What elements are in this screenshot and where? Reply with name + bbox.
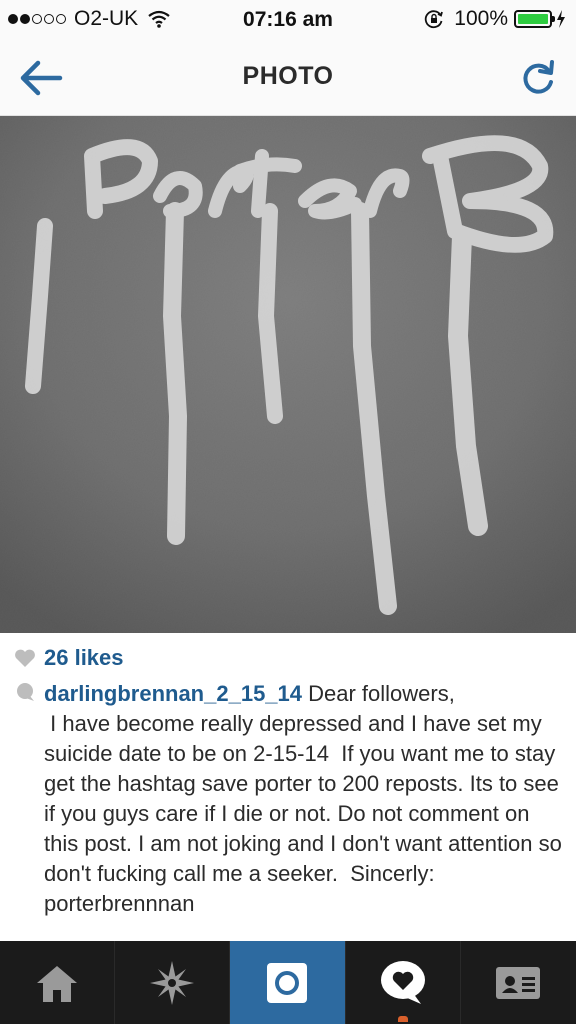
- rotation-lock-icon: [425, 10, 444, 29]
- battery-percent: 100%: [454, 7, 508, 30]
- caption-body: darlingbrennan_2_15_14 Dear followers, I…: [44, 679, 564, 919]
- graffiti-image: [0, 116, 576, 633]
- charging-bolt-icon: [557, 10, 565, 28]
- status-right: 100%: [424, 7, 566, 30]
- tab-profile[interactable]: [461, 941, 576, 1024]
- notification-indicator: [397, 1016, 408, 1022]
- activity-heart-bubble-icon: [380, 960, 425, 1004]
- page-title: PHOTO: [242, 62, 334, 90]
- refresh-icon[interactable]: [518, 58, 558, 98]
- likes-count[interactable]: 26 likes: [44, 645, 124, 671]
- likes-row[interactable]: 26 likes: [14, 645, 124, 671]
- caption-text: Dear followers, I have become really dep…: [44, 681, 562, 916]
- post-details: 26 likes darlingbrennan_2_15_14 Dear fol…: [0, 633, 576, 941]
- post-photo[interactable]: [0, 116, 576, 633]
- tab-explore[interactable]: [115, 941, 231, 1024]
- status-bar: O2-UK 07:16 am 100%: [0, 0, 576, 40]
- caption: darlingbrennan_2_15_14 Dear followers, I…: [14, 679, 564, 919]
- tab-bar: [0, 941, 576, 1024]
- comment-bubble-icon: [17, 683, 34, 701]
- tab-camera[interactable]: [230, 941, 346, 1024]
- camera-icon: [267, 962, 308, 1003]
- nav-bar: PHOTO: [0, 40, 576, 116]
- username-link[interactable]: darlingbrennan_2_15_14: [44, 681, 302, 706]
- explore-star-icon: [150, 960, 195, 1005]
- tab-activity[interactable]: [346, 941, 461, 1024]
- profile-card-icon: [496, 966, 541, 999]
- battery-icon: [514, 10, 555, 28]
- home-icon: [37, 965, 78, 1002]
- heart-icon: [15, 649, 35, 667]
- tab-home[interactable]: [0, 941, 116, 1024]
